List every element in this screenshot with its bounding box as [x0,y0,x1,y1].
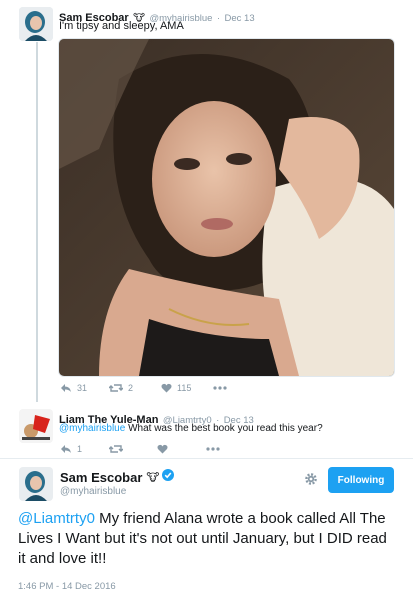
reply-count: 31 [77,383,88,393]
heart-icon [161,383,172,393]
reply-mention[interactable]: @myhairisblue [59,423,125,434]
author-avatar[interactable] [19,409,53,443]
verified-badge-icon [162,468,175,486]
reply-button[interactable]: 31 [60,383,87,393]
retweet-button[interactable]: 2 [109,383,133,393]
more-icon [213,386,227,390]
retweet-icon [109,384,124,392]
reply-icon [61,445,71,453]
photo-image [59,39,394,376]
avatar-image [19,467,53,501]
tweet-actions: 1 [60,444,220,454]
gear-icon [305,473,317,485]
author-name[interactable]: Sam Escobar [60,470,142,485]
more-button[interactable] [206,447,220,451]
tweet-photo[interactable] [58,38,395,377]
more-icon [206,447,220,451]
emoji-icon: 🐮 [146,471,160,484]
settings-gear-button[interactable] [304,472,318,486]
reply-count: 1 [77,444,83,454]
author-avatar[interactable] [19,467,53,501]
avatar-image [19,7,53,41]
author-handle[interactable]: @myhairisblue [60,486,126,497]
author-avatar[interactable] [19,7,53,41]
like-button[interactable]: 115 [161,383,191,393]
more-button[interactable] [213,386,227,390]
reply-mention[interactable]: @Liamtrty0 [18,510,95,527]
divider [0,458,413,459]
tweet-date[interactable]: Dec 13 [225,13,255,24]
retweet-button[interactable] [109,444,124,454]
main-tweet-text-block: @Liamtrty0 My friend Alana wrote a book … [18,509,398,569]
following-button[interactable]: Following [328,467,394,493]
like-count: 115 [177,383,192,393]
retweet-count: 2 [128,383,134,393]
tweet-timestamp[interactable]: 1:46 PM - 14 Dec 2016 [18,581,116,592]
tweet-text: I'm tipsy and sleepy, AMA [59,20,184,32]
retweet-icon [109,445,124,453]
meta-separator: · [216,13,221,24]
heart-icon [157,444,168,454]
tweet-text: What was the best book you read this yea… [128,423,323,434]
tweet-actions: 31 2 115 [60,383,227,393]
following-label: Following [337,474,385,486]
avatar-image [19,409,53,443]
thread-line [36,42,38,402]
like-button[interactable] [157,444,168,454]
reply-icon [61,384,71,392]
reply-button[interactable]: 1 [60,444,82,454]
